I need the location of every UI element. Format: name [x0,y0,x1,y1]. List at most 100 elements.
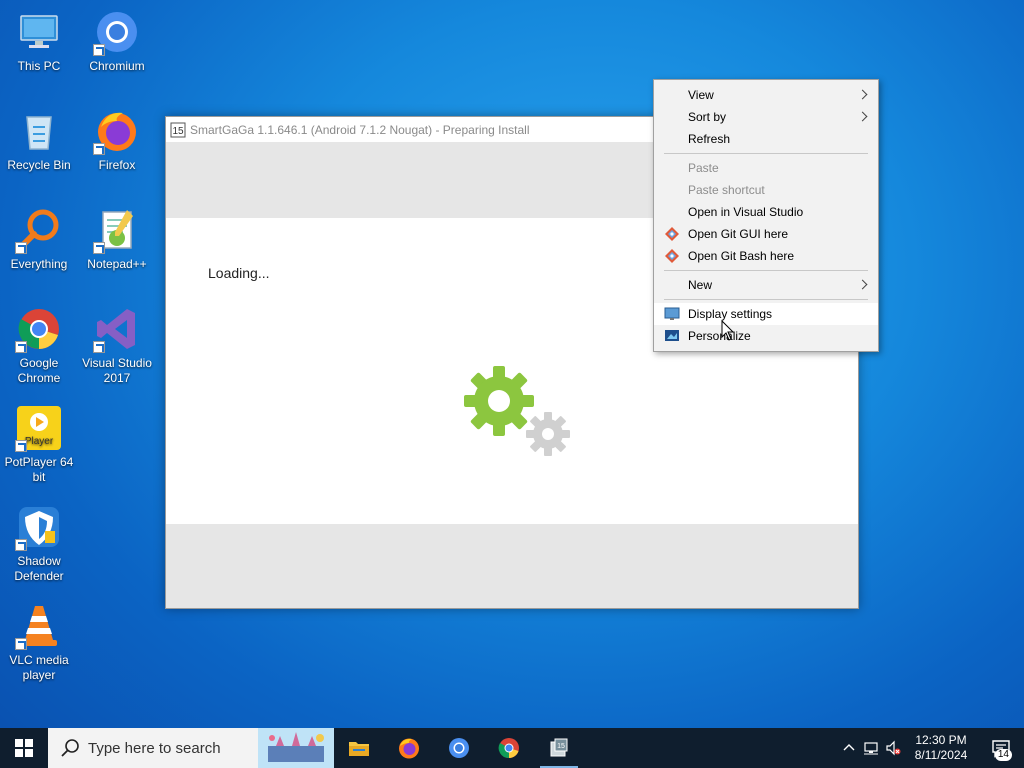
desktop-icon-everything[interactable]: Everything [2,206,76,272]
clock-time: 12:30 PM [915,733,967,747]
shortcut-arrow-icon [15,341,27,353]
windows-logo-icon [15,739,33,757]
shortcut-arrow-icon [15,539,27,551]
start-button[interactable] [0,728,48,768]
firefox-icon [93,107,141,155]
menu-item-personalize[interactable]: Personalize [654,325,878,347]
menu-item-open-in-visual-studio[interactable]: Open in Visual Studio [654,201,878,223]
desktop-icon-chromium[interactable]: Chromium [80,8,154,74]
desktop-icon-label: This PC [17,59,61,73]
firefox-icon [399,738,419,759]
desktop-icon-label: Recycle Bin [7,158,71,172]
clock-date: 8/11/2024 [914,748,968,762]
desktop-icon-label: Visual Studio 2017 [82,356,152,385]
system-tray: 12:30 PM 8/11/2024 14 [838,728,1024,768]
taskbar-clock[interactable]: 12:30 PM 8/11/2024 [904,733,978,763]
volume-muted-icon [886,740,901,756]
chevron-right-icon [857,89,868,100]
desktop-context-menu: View Sort by Refresh Paste Paste shortcu… [653,79,879,352]
this-pc-icon [15,8,63,56]
menu-separator [664,270,868,271]
menu-separator [664,299,868,300]
desktop-icon-recycle-bin[interactable]: Recycle Bin [2,107,76,173]
shortcut-arrow-icon [15,440,27,452]
taskbar-firefox[interactable] [384,728,434,768]
menu-item-label: New [688,278,713,292]
desktop-icon-google-chrome[interactable]: Google Chrome [2,305,76,386]
shortcut-arrow-icon [93,242,105,254]
google-chrome-icon [498,738,519,759]
file-explorer-icon [349,742,369,756]
desktop-icon-notepad-plus-plus[interactable]: Notepad++ [80,206,154,272]
taskbar-file-explorer[interactable] [334,728,384,768]
tray-volume[interactable] [882,728,904,768]
mouse-cursor-icon [721,320,735,341]
desktop-icon-visual-studio[interactable]: Visual Studio 2017 [80,305,154,386]
menu-item-label: Personalize [688,329,751,343]
search-placeholder: Type here to search [88,739,221,757]
menu-item-view[interactable]: View [654,84,878,106]
taskbar-search-box[interactable]: Type here to search [48,728,334,768]
menu-item-label: Paste [688,161,719,175]
network-icon [864,742,878,755]
menu-item-sort-by[interactable]: Sort by [654,106,878,128]
menu-item-open-git-bash[interactable]: Open Git Bash here [654,245,878,267]
menu-item-display-settings[interactable]: Display settings [654,303,878,325]
window-title: SmartGaGa 1.1.646.1 (Android 7.1.2 Nouga… [190,122,530,137]
git-icon [665,249,679,263]
menu-item-label: Paste shortcut [688,183,765,197]
desktop-icon-label: VLC media player [9,653,69,682]
svg-text:15: 15 [557,743,565,750]
loading-gears-icon [464,366,570,456]
svg-text:Player: Player [25,436,54,447]
personalize-icon [665,330,679,341]
action-center-button[interactable]: 14 [978,728,1024,768]
shadow-defender-icon [15,503,63,551]
notepad-plus-plus-icon [93,206,141,254]
google-chrome-icon [15,305,63,353]
taskbar: Type here to search 15 12:30 PM 8/11/202… [0,728,1024,768]
potplayer-icon: Player [15,404,63,452]
desktop-icon-label: Google Chrome [17,356,61,385]
taskbar-chromium[interactable] [434,728,484,768]
desktop-icon-label: PotPlayer 64 bit [4,455,74,484]
desktop-icon-label: Everything [10,257,68,271]
desktop-icon-vlc[interactable]: VLC media player [2,602,76,683]
search-icon [61,739,79,757]
menu-item-label: View [688,88,714,102]
svg-text:15: 15 [172,126,184,137]
shortcut-arrow-icon [93,341,105,353]
desktop-icon-shadow-defender[interactable]: Shadow Defender [2,503,76,584]
taskbar-google-chrome[interactable] [484,728,534,768]
window-footer-band [166,524,858,608]
desktop-icon-label: Chromium [89,59,145,73]
chevron-right-icon [857,279,868,290]
search-highlight-icon [258,728,334,768]
taskbar-smartgaga[interactable]: 15 [534,728,584,768]
shortcut-arrow-icon [93,44,105,56]
desktop-icon-firefox[interactable]: Firefox [80,107,154,173]
menu-item-open-git-gui[interactable]: Open Git GUI here [654,223,878,245]
menu-item-new[interactable]: New [654,274,878,296]
smartgaga-icon: 15 [550,738,568,757]
desktop-icon-this-pc[interactable]: This PC [2,8,76,74]
tray-network[interactable] [860,728,882,768]
menu-item-label: Sort by [688,110,727,124]
shortcut-arrow-icon [93,143,105,155]
menu-item-refresh[interactable]: Refresh [654,128,878,150]
vlc-icon [15,602,63,650]
notification-count-badge: 14 [994,749,1012,761]
visual-studio-icon [93,305,141,353]
smartgaga-icon: 15 [170,122,186,137]
chromium-icon [93,8,141,56]
shortcut-arrow-icon [15,242,27,254]
git-icon [665,227,679,241]
desktop-icon-potplayer[interactable]: Player PotPlayer 64 bit [2,404,76,485]
menu-separator [664,153,868,154]
desktop-icon-label: Notepad++ [87,257,147,271]
menu-item-label: Display settings [688,307,773,321]
loading-status: Loading... [208,265,270,281]
desktop-icon-label: Shadow Defender [14,554,64,583]
menu-item-paste-shortcut: Paste shortcut [654,179,878,201]
tray-overflow-button[interactable] [838,728,860,768]
